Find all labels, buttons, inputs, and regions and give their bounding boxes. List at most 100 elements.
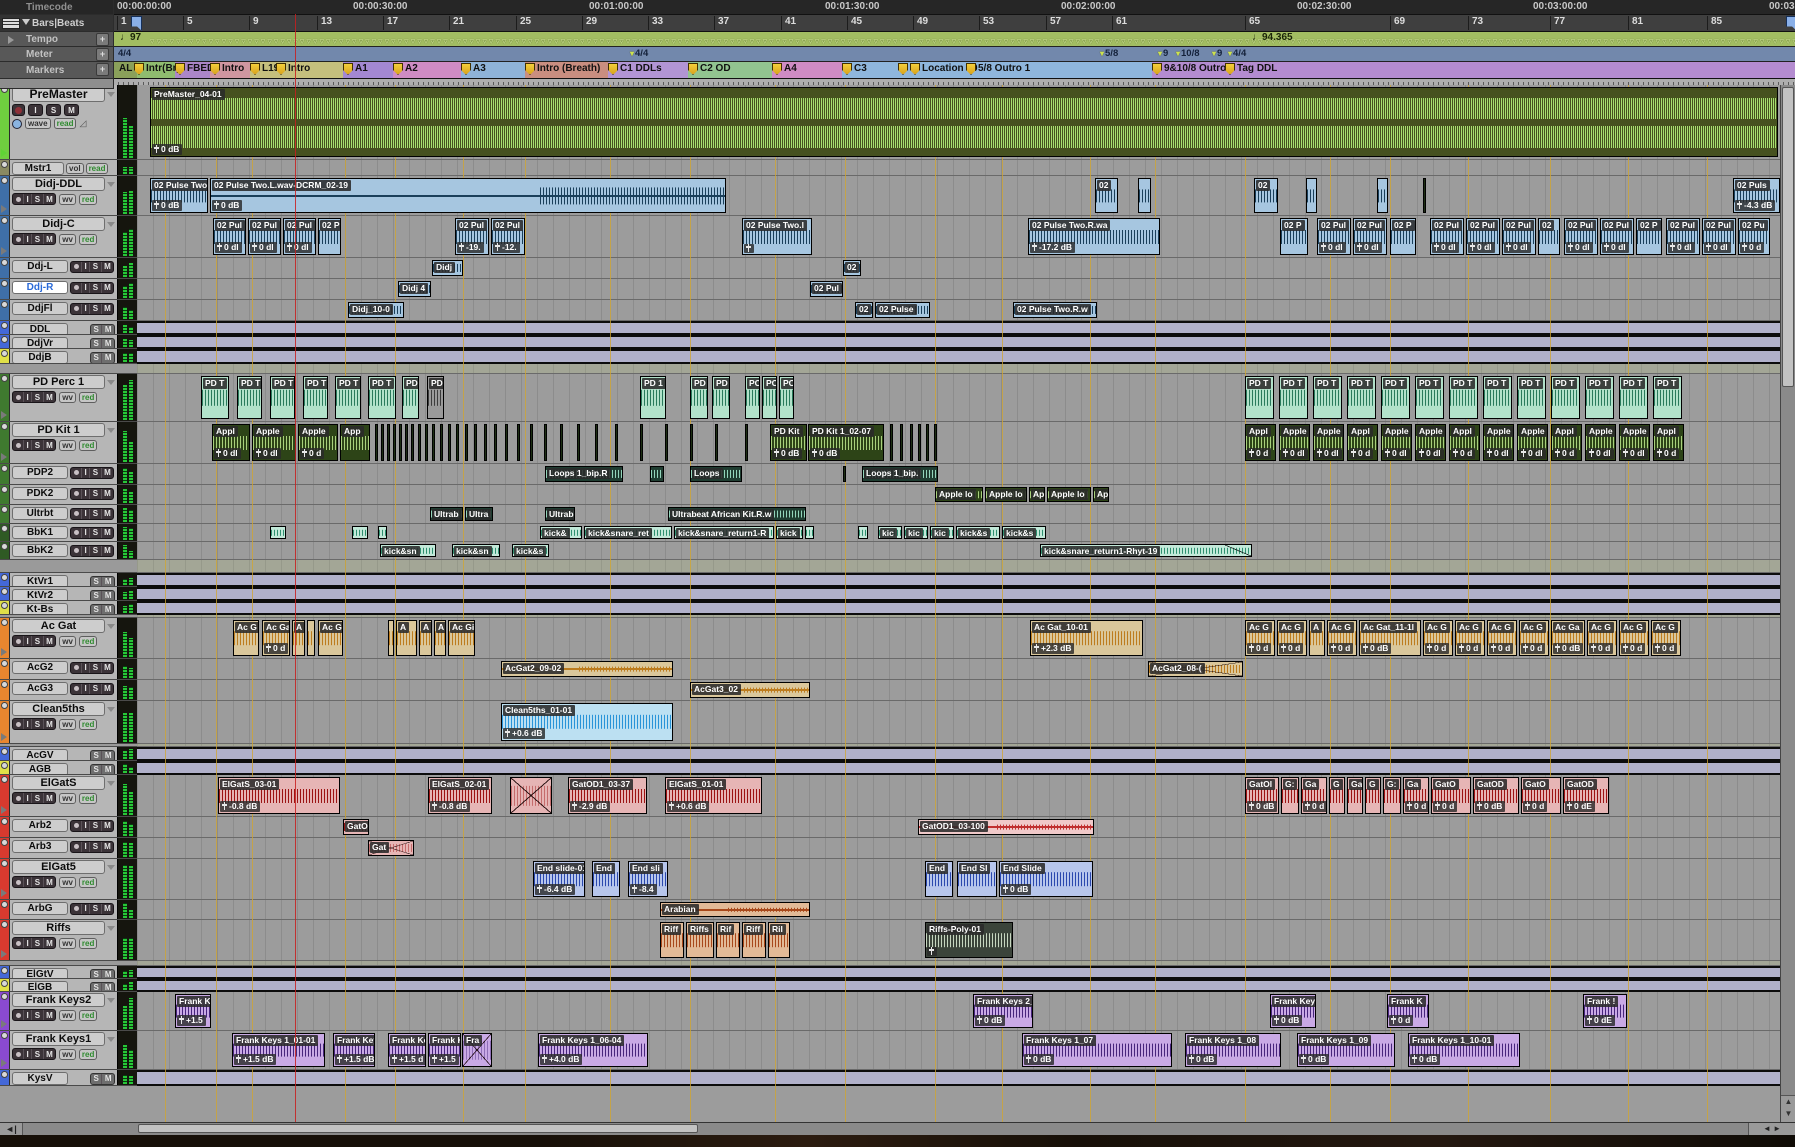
solo-mute-buttons[interactable]: SM: [90, 352, 115, 364]
solo-button[interactable]: S: [32, 234, 43, 244]
clip-gain-badge[interactable]: 0 d: [1349, 448, 1373, 459]
audio-clip[interactable]: Frank Keys 1_090 dB: [1297, 1033, 1395, 1067]
clip-gain-badge[interactable]: 0 dB: [212, 200, 242, 211]
audio-clip[interactable]: Ultrab: [545, 507, 575, 521]
audio-clip-sliver[interactable]: [405, 424, 408, 461]
clip-gain-badge[interactable]: 0 dB: [152, 144, 182, 155]
audio-clip-sliver[interactable]: [640, 424, 643, 461]
audio-clip[interactable]: Ap: [1093, 487, 1109, 502]
input-monitor-button[interactable]: I: [24, 234, 32, 244]
audio-clip[interactable]: Ac Ga0 dB: [1551, 620, 1585, 656]
audio-clip[interactable]: Fra: [462, 1033, 492, 1067]
audio-clip[interactable]: Appl0 d: [1449, 424, 1480, 461]
track-header-arb2[interactable]: Arb2ISM: [0, 817, 137, 838]
audio-clip[interactable]: PD T: [335, 376, 361, 419]
track-lane-ktvr2[interactable]: [137, 587, 1780, 601]
audio-clip[interactable]: Frank Keys 1_070 dB: [1022, 1033, 1172, 1067]
audio-clip[interactable]: 02: [1095, 178, 1118, 213]
track-header-bbk1[interactable]: BbK1ISM: [0, 524, 137, 542]
audio-clip[interactable]: Didj_10-0: [348, 302, 404, 318]
audio-clip[interactable]: ElGatS_03-01-0.8 dB: [218, 777, 340, 814]
audio-clip[interactable]: [650, 466, 664, 482]
audio-clip[interactable]: Loops: [690, 466, 742, 482]
audio-clip[interactable]: 02: [1254, 178, 1278, 213]
rec-input-solo-mute-buttons[interactable]: ISM: [12, 1009, 56, 1021]
audio-clip[interactable]: ElGatS_01-01+0.6 dB: [665, 777, 762, 814]
audio-clip-sliver[interactable]: [745, 424, 748, 461]
clip-gain-badge[interactable]: 0 d: [300, 448, 324, 459]
input-monitor-button[interactable]: I: [82, 663, 90, 673]
audio-clip[interactable]: PC: [762, 376, 777, 419]
vertical-scrollbar[interactable]: ▲▼: [1780, 85, 1795, 1122]
record-enable-button[interactable]: [71, 468, 82, 478]
audio-clip[interactable]: AcGat2_08-(: [1148, 661, 1243, 677]
track-header-ddj-r[interactable]: Ddj-RISM: [0, 279, 137, 300]
audio-clip[interactable]: Ac G0 d: [1519, 620, 1549, 656]
solo-button[interactable]: S: [90, 468, 101, 478]
input-monitor-button[interactable]: I: [82, 528, 90, 538]
audio-clip[interactable]: [1138, 178, 1151, 213]
input-monitor-button[interactable]: I: [82, 283, 90, 293]
audio-clip[interactable]: kic: [904, 526, 928, 539]
meter-event[interactable]: ▾4/4: [630, 48, 648, 59]
clip-gain-badge[interactable]: 0 dB: [1299, 1054, 1329, 1065]
track-show-automation-arrow[interactable]: [1, 411, 7, 419]
track-lane-clean5ths[interactable]: Clean5ths_01-01+0.6 dB: [137, 701, 1780, 744]
horizontal-scrollbar-arrows[interactable]: ◄ ►: [1748, 1123, 1795, 1135]
audio-clip[interactable]: PD 1: [640, 376, 666, 419]
track-lane-pd-kit-1[interactable]: Appl0 dlApple0 dlApple0 dAppPD Kit0 dBPD…: [137, 422, 1780, 464]
marker-intro-breath-[interactable]: Intro (Breath): [525, 63, 600, 75]
audio-clip[interactable]: Ac G: [318, 620, 343, 656]
audio-clip[interactable]: End: [925, 861, 953, 897]
clip-gain-badge[interactable]: 0 d: [1279, 643, 1303, 654]
scroll-to-start-button[interactable]: ◄|: [0, 1123, 23, 1135]
audio-clip[interactable]: PC: [779, 376, 794, 419]
solo-button[interactable]: S: [32, 1010, 43, 1020]
audio-clip[interactable]: Appl0 d: [1245, 424, 1276, 461]
audio-clip[interactable]: G: [1365, 777, 1381, 814]
track-header-ktvr2[interactable]: KtVr2SM: [0, 587, 137, 601]
solo-button[interactable]: S: [32, 719, 43, 729]
track-lane-pd-perc-1[interactable]: PD TPD TPD TPD TPD TPD TPDPDPD 1PDPDPCPC…: [137, 374, 1780, 422]
track-header-riffs[interactable]: RiffsISMwvred: [0, 920, 137, 961]
audio-clip[interactable]: Apple0 dl: [1585, 424, 1616, 461]
mute-button[interactable]: M: [102, 904, 114, 914]
audio-clip[interactable]: A: [292, 620, 305, 656]
mute-button[interactable]: M: [102, 546, 114, 556]
marker-a2[interactable]: A2: [393, 63, 418, 75]
track-lane-acg3[interactable]: AcGat3_02: [137, 680, 1780, 701]
input-monitor-button[interactable]: I: [24, 719, 32, 729]
track-header-pdk2[interactable]: PDK2ISM: [0, 485, 137, 505]
track-lane-elgtv[interactable]: [137, 966, 1780, 979]
clip-gain-badge[interactable]: 0 d: [1433, 801, 1457, 812]
mute-button[interactable]: M: [44, 636, 56, 646]
solo-button[interactable]: S: [90, 509, 101, 519]
mute-button[interactable]: M: [102, 353, 114, 363]
audio-clip[interactable]: Ultrabeat African Kit.R.w: [668, 507, 806, 521]
audio-clip[interactable]: [858, 526, 868, 539]
marker-a3[interactable]: A3: [461, 63, 486, 75]
audio-clip[interactable]: Ac Ga0 d: [262, 620, 290, 656]
audio-clip[interactable]: GatO0 d: [1521, 777, 1561, 814]
meter-event[interactable]: ▾10/8: [1176, 48, 1200, 59]
vertical-scrollbar-thumb[interactable]: [1782, 87, 1794, 387]
track-header-elgat5[interactable]: ElGat5ISMwvred: [0, 859, 137, 900]
audio-clip[interactable]: Frank K+1.5: [175, 994, 211, 1028]
automation-mode-selector[interactable]: red: [79, 234, 97, 245]
track-name[interactable]: Didj-C: [12, 217, 105, 231]
clip-gain-badge[interactable]: -4.3 dB: [1735, 200, 1775, 211]
solo-mute-buttons[interactable]: SM: [90, 1073, 115, 1085]
audio-clip[interactable]: Riff: [742, 922, 766, 958]
audio-clip[interactable]: PD T: [1313, 376, 1342, 419]
solo-button[interactable]: S: [32, 392, 43, 402]
input-monitor-button[interactable]: I: [24, 392, 32, 402]
tempo-event[interactable]: ♩97: [120, 32, 141, 43]
audio-clip[interactable]: PD: [427, 376, 444, 419]
audio-clip[interactable]: Apple0 dl: [1313, 424, 1344, 461]
audio-clip-sliver[interactable]: [530, 424, 533, 461]
track-header-ac-gat[interactable]: Ac GatISMwvred: [0, 618, 137, 659]
track-show-automation-arrow[interactable]: [1, 205, 7, 213]
clip-gain-badge[interactable]: 0 dl: [1417, 448, 1444, 459]
clip-gain-badge[interactable]: +1.5: [177, 1015, 206, 1026]
audio-clip[interactable]: kick&snare_ret: [584, 526, 672, 539]
